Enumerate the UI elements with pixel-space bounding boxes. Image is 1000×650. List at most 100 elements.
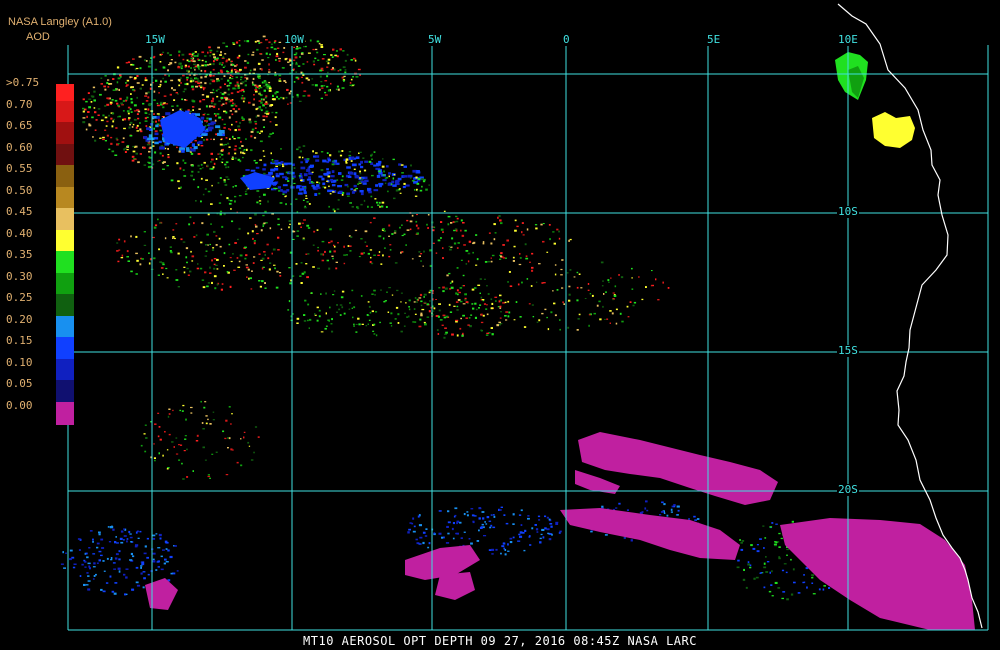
aod-pixel (259, 285, 262, 288)
aod-pixel (204, 60, 207, 63)
aod-pixel (437, 333, 440, 335)
aod-pixel (569, 238, 572, 241)
aod-pixel (171, 87, 173, 90)
aod-pixel (316, 181, 319, 184)
aod-pixel (484, 261, 488, 263)
aod-pixel (454, 221, 456, 223)
aod-pixel (316, 306, 319, 309)
aod-pixel (791, 520, 794, 523)
legend-swatch (56, 401, 74, 425)
aod-pixel (331, 318, 333, 321)
aod-pixel (423, 293, 427, 296)
aod-pixel (170, 59, 173, 61)
aod-pixel (764, 537, 767, 539)
aod-pixel (130, 235, 132, 238)
aod-pixel (92, 578, 95, 580)
aod-pixel (117, 116, 119, 118)
aod-pixel (445, 331, 448, 334)
aod-pixel (172, 237, 174, 239)
aod-pixel (252, 262, 255, 264)
aod-pixel (528, 303, 531, 305)
aod-pixel (195, 77, 198, 79)
aod-pixel (231, 123, 233, 126)
aod-pixel (366, 314, 369, 316)
aod-pixel (173, 99, 176, 101)
aod-pixel (63, 567, 66, 569)
aod-pixel (155, 120, 157, 123)
aod-pixel (166, 165, 169, 167)
aod-plume-magenta (145, 578, 178, 610)
aod-pixel (428, 542, 431, 545)
aod-pixel (204, 70, 207, 73)
aod-pixel (191, 255, 195, 258)
aod-pixel (210, 79, 213, 81)
aod-pixel (275, 59, 277, 61)
aod-pixel (200, 145, 204, 147)
aod-pixel (183, 266, 186, 268)
aod-pixel (587, 289, 590, 291)
aod-pixel (418, 524, 422, 527)
aod-pixel (62, 551, 64, 554)
aod-pixel (240, 464, 243, 467)
lon-label-5e: 5E (706, 33, 722, 46)
aod-pixel (478, 529, 480, 532)
aod-pixel (129, 76, 131, 79)
aod-pixel (626, 509, 629, 511)
aod-pixel (535, 528, 539, 531)
aod-pixel (323, 173, 326, 176)
aod-pixel (348, 154, 352, 157)
aod-pixel (389, 249, 392, 251)
aod-pixel (348, 308, 351, 310)
aod-pixel (215, 244, 218, 246)
aod-pixel (179, 409, 181, 412)
aod-pixel (558, 237, 561, 240)
aod-pixel (306, 178, 312, 181)
aod-pixel (282, 184, 288, 187)
aod-pixel (310, 181, 313, 183)
aod-pixel (152, 116, 157, 119)
aod-pixel (144, 545, 147, 548)
aod-pixel (297, 65, 301, 67)
aod-pixel (531, 252, 534, 255)
aod-pixel (237, 137, 241, 139)
aod-pixel (426, 303, 430, 306)
aod-pixel (154, 132, 159, 136)
aod-pixel (69, 549, 73, 552)
lon-label-10w: 10W (283, 33, 305, 46)
aod-pixel (299, 56, 301, 58)
aod-pixel (228, 243, 231, 246)
aod-pixel (211, 105, 214, 107)
aod-pixel (102, 560, 105, 562)
aod-pixel (453, 305, 456, 307)
aod-pixel (239, 121, 241, 124)
aod-pixel (224, 65, 226, 67)
aod-pixel (81, 563, 84, 566)
aod-pixel (267, 200, 269, 203)
aod-pixel (211, 249, 215, 251)
aod-pixel (467, 324, 470, 326)
aod-pixel (449, 311, 453, 313)
aod-pixel (270, 46, 274, 49)
aod-pixel (333, 250, 336, 253)
aod-pixel (130, 93, 132, 95)
aod-pixel (328, 320, 330, 322)
aod-pixel (178, 50, 181, 53)
aod-pixel (359, 177, 362, 179)
aod-pixel (470, 508, 474, 510)
aod-pixel (92, 541, 94, 543)
aod-pixel (361, 323, 364, 325)
aod-pixel (256, 233, 259, 235)
aod-pixel (234, 152, 237, 155)
aod-pixel (84, 561, 87, 563)
aod-pixel (394, 180, 399, 184)
aod-pixel (786, 548, 790, 551)
aod-pixel (98, 559, 101, 562)
aod-pixel (140, 565, 143, 567)
aod-pixel (790, 558, 792, 561)
aod-pixel (237, 86, 240, 89)
aod-pixel (328, 241, 331, 244)
aod-pixel (124, 151, 127, 153)
aod-pixel (169, 93, 172, 96)
aod-plume-magenta (575, 470, 620, 494)
aod-pixel (186, 476, 189, 478)
